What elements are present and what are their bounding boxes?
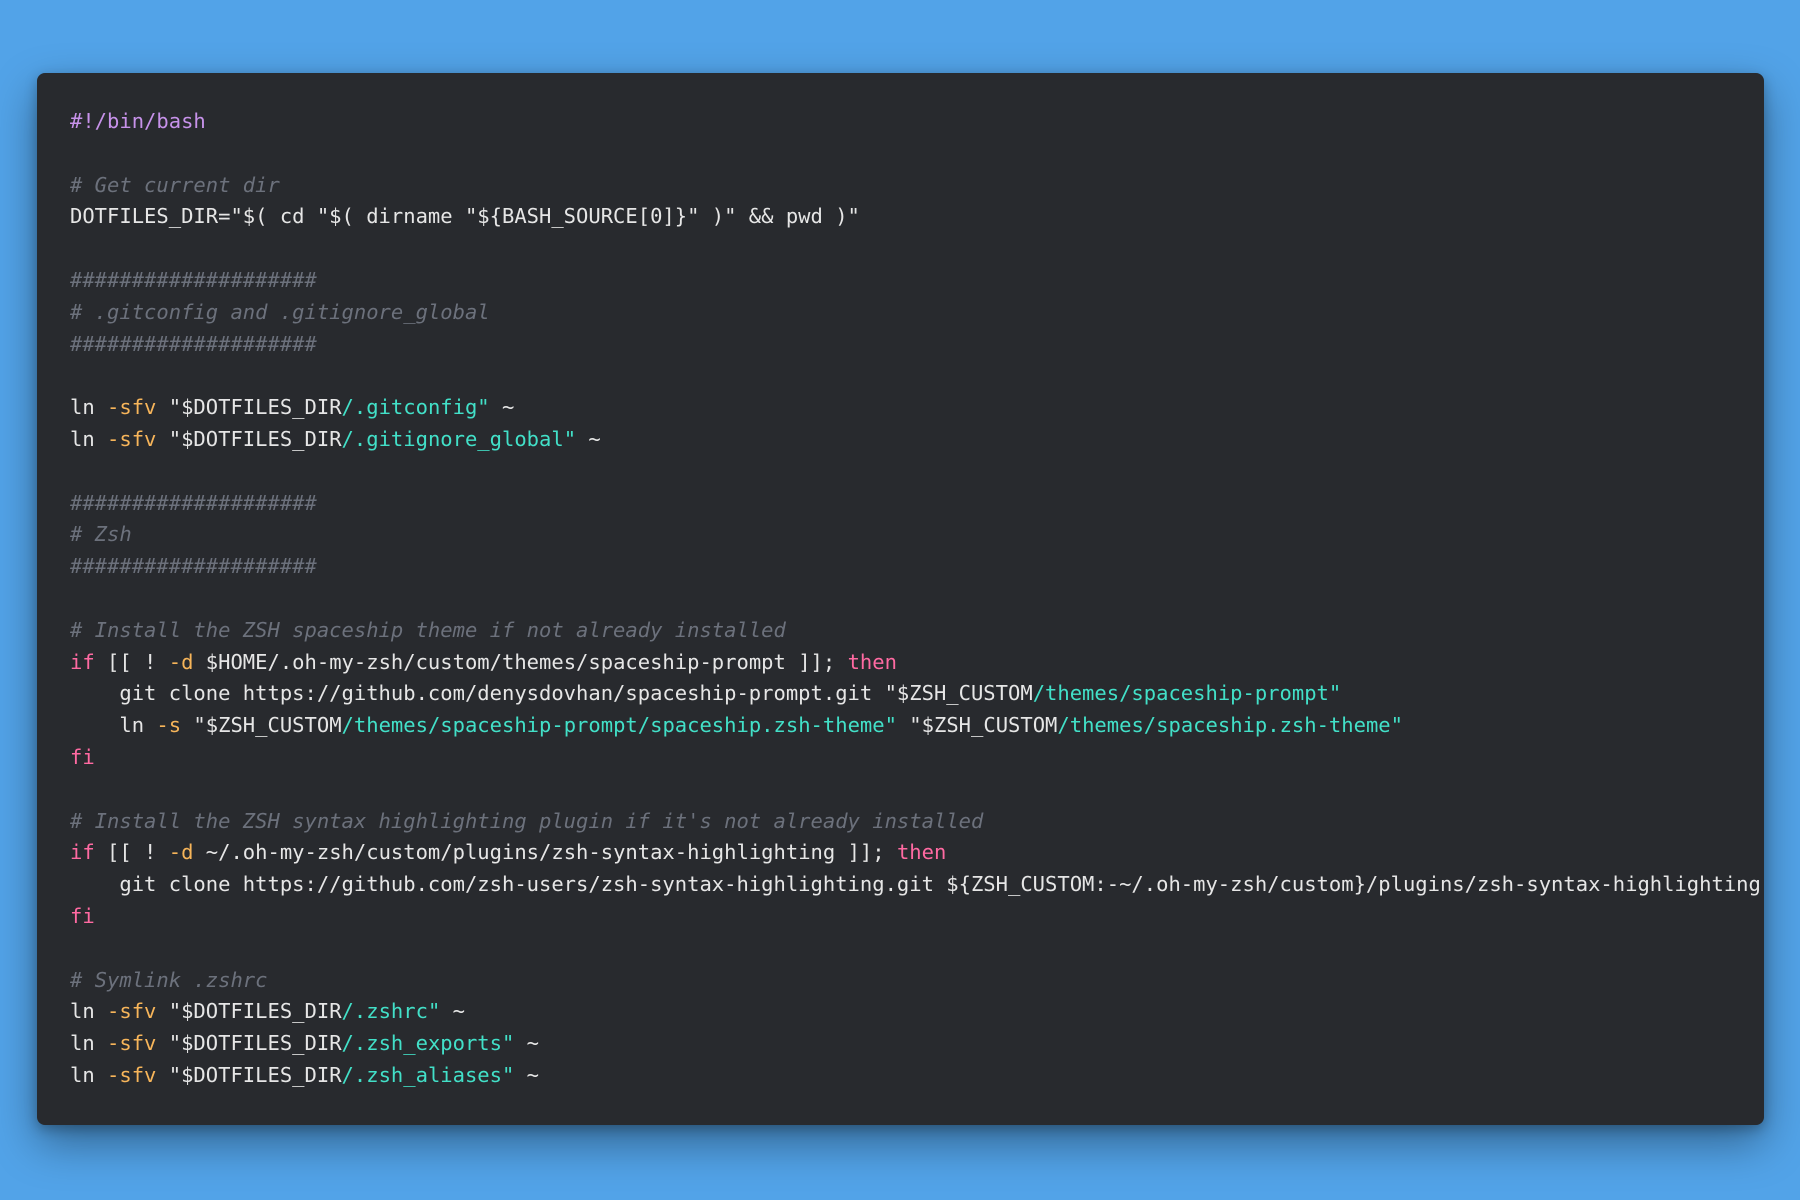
code-token-text: ln <box>70 1031 108 1056</box>
code-token-path: /themes/spaceship-prompt/spaceship.zsh-t… <box>341 713 897 738</box>
code-token-text: ~/.oh-my-zsh/custom/plugins/zsh-syntax-h… <box>193 840 897 865</box>
code-token-text: $HOME/.oh-my-zsh/custom/themes/spaceship… <box>193 649 848 674</box>
code-token-path: /themes/spaceship.zsh-theme" <box>1057 713 1403 738</box>
code-token-shebang: #!/bin/bash <box>70 109 206 133</box>
code-token-comment: #################### <box>70 331 317 356</box>
code-line: #################### <box>70 329 1761 361</box>
code-token-comment: # Zsh <box>70 522 132 547</box>
code-token-text: ~ <box>489 395 515 420</box>
code-token-keyword: then <box>847 649 897 674</box>
code-token-text: "$ZSH_CUSTOM <box>181 713 342 738</box>
code-token-flag: -sfv <box>107 395 157 420</box>
code-line: # Zsh <box>70 519 1761 551</box>
code-line: ln -sfv "$DOTFILES_DIR/.gitignore_global… <box>70 424 1761 456</box>
code-token-comment: # Install the ZSH spaceship theme if not… <box>70 617 786 642</box>
code-line: # .gitconfig and .gitignore_global <box>70 297 1761 329</box>
code-token-text: ln <box>70 395 108 420</box>
code-token-path: /.zsh_aliases" <box>341 1062 515 1087</box>
code-token-text: [[ ! <box>94 649 169 674</box>
code-token-flag: -d <box>168 649 194 674</box>
code-token-comment: # Symlink .zshrc <box>70 967 268 992</box>
code-token-text: "$DOTFILES_DIR <box>156 426 342 451</box>
code-line: # Install the ZSH syntax highlighting pl… <box>70 806 1761 838</box>
code-line: #!/bin/bash <box>70 106 1761 138</box>
code-token-text: "$DOTFILES_DIR <box>156 395 342 420</box>
code-token-text: "$DOTFILES_DIR <box>156 1062 342 1087</box>
code-token-text: ~ <box>514 1031 540 1056</box>
code-line: #################### <box>70 551 1761 583</box>
code-line: ln -sfv "$DOTFILES_DIR/.zshrc" ~ <box>70 996 1761 1028</box>
code-token-text: ln <box>70 999 108 1024</box>
code-line: if [[ ! -d ~/.oh-my-zsh/custom/plugins/z… <box>70 837 1761 869</box>
code-line: fi <box>70 901 1761 933</box>
code-token-comment: #################### <box>70 267 317 292</box>
code-line: DOTFILES_DIR="$( cd "$( dirname "${BASH_… <box>70 201 1761 233</box>
code-token-flag: -d <box>168 840 194 865</box>
code-token-text: git clone https://github.com/zsh-users/z… <box>70 872 1761 897</box>
code-token-comment: # Get current dir <box>70 172 280 197</box>
code-token-flag: -sfv <box>107 1031 157 1056</box>
code-line: #################### <box>70 488 1761 520</box>
code-line: ln -sfv "$DOTFILES_DIR/.zsh_exports" ~ <box>70 1028 1761 1060</box>
code-token-text: "$ZSH_CUSTOM <box>896 713 1058 738</box>
code-line: #################### <box>70 265 1761 297</box>
code-line: git clone https://github.com/zsh-users/z… <box>70 869 1761 901</box>
code-line: # Symlink .zshrc <box>70 965 1761 997</box>
code-token-path: /.zsh_exports" <box>341 1031 515 1056</box>
code-token-text: git clone https://github.com/denysdovhan… <box>70 681 1033 706</box>
code-line: fi <box>70 742 1761 774</box>
code-block: #!/bin/bash # Get current dir DOTFILES_DIR… <box>70 106 1761 1092</box>
code-token-comment: # .gitconfig and .gitignore_global <box>70 299 490 324</box>
code-token-text: ln <box>70 1062 108 1087</box>
code-token-path: /.zshrc" <box>341 999 441 1024</box>
code-token-keyword: then <box>896 840 947 865</box>
code-token-text: ln <box>70 713 157 738</box>
code-token-path: /themes/spaceship-prompt" <box>1032 681 1342 706</box>
code-line: # Install the ZSH spaceship theme if not… <box>70 615 1761 647</box>
code-token-keyword: fi <box>70 744 95 769</box>
code-token-text: ln <box>70 426 108 451</box>
code-token-comment: # Install the ZSH syntax highlighting pl… <box>70 808 984 833</box>
code-line: ln -sfv "$DOTFILES_DIR/.gitconfig" ~ <box>70 392 1761 424</box>
code-line: if [[ ! -d $HOME/.oh-my-zsh/custom/theme… <box>70 647 1761 679</box>
code-line: ln -sfv "$DOTFILES_DIR/.zsh_aliases" ~ <box>70 1060 1761 1092</box>
code-token-flag: -sfv <box>107 1062 157 1087</box>
code-token-text: ~ <box>440 999 465 1024</box>
code-token-flag: -sfv <box>107 999 157 1024</box>
code-token-text: ~ <box>514 1062 540 1087</box>
code-token-flag: -s <box>156 713 182 738</box>
code-token-keyword: fi <box>70 903 95 928</box>
code-token-comment: #################### <box>70 490 317 515</box>
code-line: # Get current dir <box>70 170 1761 202</box>
code-token-text: [[ ! <box>94 840 169 865</box>
code-token-flag: -sfv <box>107 426 157 451</box>
code-token-text: "$DOTFILES_DIR <box>156 1031 342 1056</box>
code-token-comment: #################### <box>70 554 317 579</box>
code-token-keyword: if <box>70 840 95 865</box>
code-window: #!/bin/bash # Get current dir DOTFILES_DIR… <box>37 73 1764 1125</box>
code-token-text: ~ <box>576 426 601 451</box>
code-token-keyword: if <box>70 649 95 674</box>
code-token-text: "$DOTFILES_DIR <box>156 999 342 1024</box>
code-token-path: /.gitignore_global" <box>341 426 577 451</box>
code-line: git clone https://github.com/denysdovhan… <box>70 678 1761 710</box>
code-token-path: /.gitconfig" <box>341 395 490 420</box>
code-token-text: DOTFILES_DIR="$( cd "$( dirname "${BASH_… <box>70 204 860 229</box>
code-line: ln -s "$ZSH_CUSTOM/themes/spaceship-prom… <box>70 710 1761 742</box>
